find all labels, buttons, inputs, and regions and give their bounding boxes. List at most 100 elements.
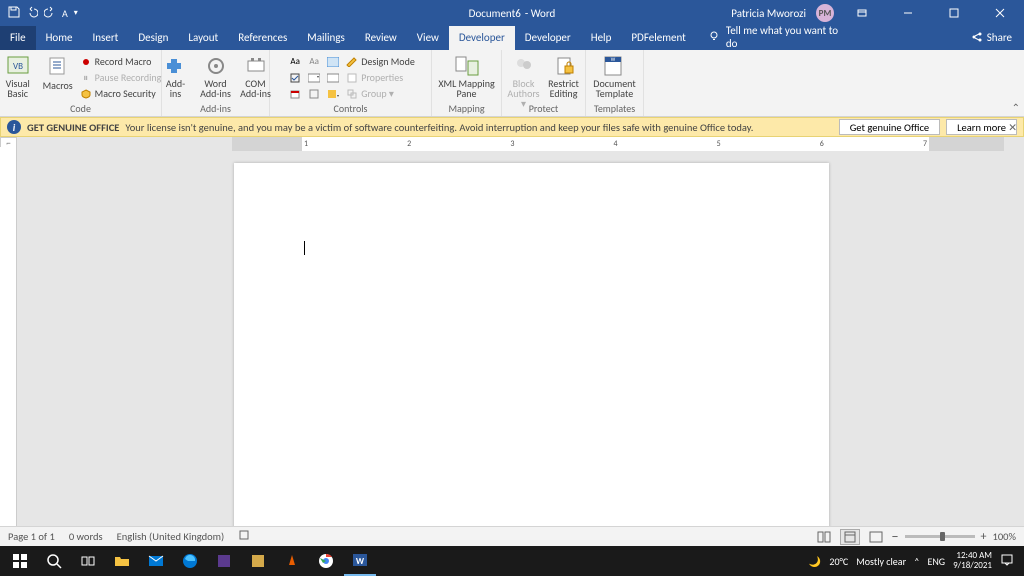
tab-design[interactable]: Design [128,26,178,50]
web-layout-icon[interactable] [866,529,886,545]
clock[interactable]: 12:40 AM 9/18/2021 [953,551,992,571]
svg-text:VB: VB [13,61,23,72]
share-icon[interactable]: Share [971,31,1012,44]
addins-button[interactable]: Add- ins [158,54,194,99]
combobox-control-icon[interactable] [305,70,323,85]
weather-desc[interactable]: Mostly clear [856,555,906,568]
record-macro-button[interactable]: Record Macro [80,54,162,69]
learn-more-button[interactable]: Learn more [946,119,1017,135]
document-template-button[interactable]: WDocument Template [593,54,635,99]
read-mode-icon[interactable] [814,529,834,545]
warning-text: Your license isn't genuine, and you may … [125,121,753,134]
language-indicator-taskbar[interactable]: ENG [927,555,945,568]
macro-recording-icon[interactable] [238,529,250,544]
info-icon: i [7,120,21,134]
app-icon-2[interactable] [242,546,274,576]
chrome-icon[interactable] [310,546,342,576]
word-addins-button[interactable]: Word Add-ins [198,54,234,99]
tab-layout[interactable]: Layout [178,26,228,50]
tray-chevron-icon[interactable]: ˄ [914,555,919,568]
plain-text-control-icon[interactable]: Aa [305,54,323,69]
user-name[interactable]: Patricia Mworozi [731,7,806,20]
dropdown-control-icon[interactable] [324,70,342,85]
tab-insert[interactable]: Insert [83,26,129,50]
lightbulb-icon [708,30,720,45]
svg-text:W: W [611,57,616,63]
app-icon-1[interactable] [208,546,240,576]
zoom-in-button[interactable]: + [981,530,987,544]
tab-review[interactable]: Review [355,26,407,50]
print-layout-icon[interactable] [840,529,860,545]
minimize-icon[interactable] [890,0,926,26]
macros-button[interactable]: Macros [40,54,76,92]
taskbar: W 🌙 20°C Mostly clear ˄ ENG 12:40 AM 9/1… [0,546,1024,576]
tell-me-input[interactable]: Tell me what you want to do [726,24,845,50]
properties-button: Properties [346,70,415,85]
touch-mode-icon[interactable]: A [62,7,68,20]
visual-basic-button[interactable]: VBVisual Basic [0,54,36,99]
avatar[interactable]: PM [816,4,834,22]
start-button[interactable] [4,546,36,576]
checkbox-control-icon[interactable] [286,70,304,85]
redo-icon[interactable] [44,6,56,21]
weather-icon[interactable]: 🌙 [809,555,821,568]
file-explorer-icon[interactable] [106,546,138,576]
vertical-ruler[interactable] [0,147,17,537]
collapse-ribbon-icon[interactable]: ⌃ [1012,101,1020,114]
rich-text-control-icon[interactable]: Aa [286,54,304,69]
word-taskbar-icon[interactable]: W [344,546,376,576]
restrict-editing-button[interactable]: Restrict Editing [546,54,582,99]
get-genuine-office-button[interactable]: Get genuine Office [839,119,940,135]
tab-help[interactable]: Help [581,26,622,50]
page-indicator[interactable]: Page 1 of 1 [8,530,55,543]
save-icon[interactable] [8,6,20,21]
status-bar: Page 1 of 1 0 words English (United King… [0,526,1024,546]
horizontal-ruler[interactable]: 1 2 3 4 5 6 7 [17,137,1024,151]
tab-file[interactable]: File [0,26,36,50]
xml-mapping-button[interactable]: XML Mapping Pane [438,54,494,99]
edge-icon[interactable] [174,546,206,576]
task-view-icon[interactable] [72,546,104,576]
qat-customize-icon[interactable]: ▾ [74,8,78,18]
group-code: VBVisual Basic Macros Record Macro ⏸Paus… [0,50,162,116]
search-icon[interactable] [38,546,70,576]
tab-developer-2[interactable]: Developer [515,26,581,50]
controls-gallery[interactable]: Aa Aa [286,54,342,101]
tab-developer[interactable]: Developer [449,26,515,50]
block-authors-button: Block Authors ▾ [506,54,542,109]
undo-icon[interactable] [26,6,38,21]
repeating-control-icon[interactable] [305,86,323,101]
design-mode-button[interactable]: Design Mode [346,54,415,69]
tab-home[interactable]: Home [36,26,83,50]
tab-mailings[interactable]: Mailings [297,26,355,50]
vlc-icon[interactable] [276,546,308,576]
zoom-out-button[interactable]: − [892,528,899,545]
language-indicator[interactable]: English (United Kingdom) [117,530,225,543]
svg-text:W: W [356,556,365,567]
ribbon-display-icon[interactable] [844,0,880,26]
tab-pdfelement[interactable]: PDFelement [621,26,695,50]
macro-security-button[interactable]: Macro Security [80,86,162,101]
zoom-level[interactable]: 100% [993,530,1016,543]
picture-control-icon[interactable] [324,54,342,69]
tab-view[interactable]: View [407,26,449,50]
com-addins-button[interactable]: COM Add-ins [238,54,274,99]
zoom-slider[interactable] [905,535,975,538]
word-count[interactable]: 0 words [69,530,103,543]
quick-access-toolbar: A ▾ [0,6,86,21]
group-mapping: XML Mapping Pane Mapping [432,50,502,116]
weather-temp[interactable]: 20°C [829,555,848,568]
mail-icon[interactable] [140,546,172,576]
tab-references[interactable]: References [228,26,297,50]
ribbon: VBVisual Basic Macros Record Macro ⏸Paus… [0,50,1024,117]
pause-recording-button: ⏸Pause Recording [80,70,162,85]
date-control-icon[interactable] [286,86,304,101]
page[interactable] [234,163,829,537]
close-icon[interactable] [982,0,1018,26]
notifications-icon[interactable] [1000,553,1014,570]
warning-title: GET GENUINE OFFICE [27,121,119,134]
close-warning-icon[interactable]: ✕ [1008,121,1017,134]
maximize-icon[interactable] [936,0,972,26]
legacy-tools-icon[interactable] [324,86,342,101]
document-area[interactable] [17,151,1024,537]
